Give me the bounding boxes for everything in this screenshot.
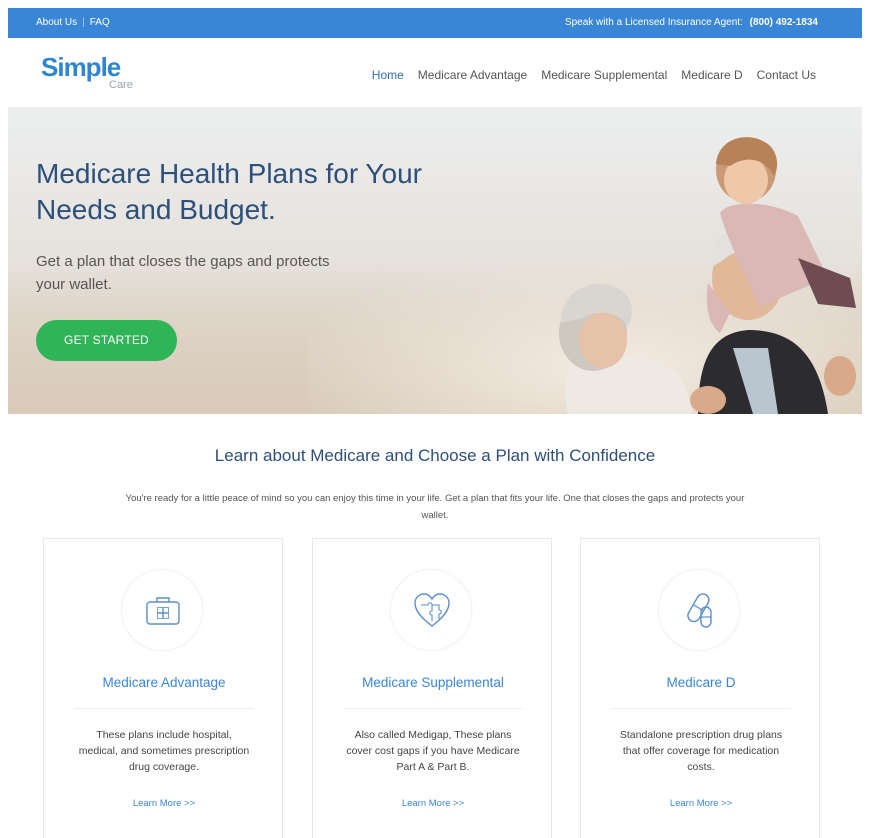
plan-card-supplemental: Medicare Supplemental Also called Mediga… [312,538,552,838]
nav-medicare-d[interactable]: Medicare D [681,68,742,82]
learn-more-link[interactable]: Learn More >> [44,798,284,809]
heart-puzzle-icon [414,593,450,627]
card-description: Also called Medigap, These plans cover c… [346,729,520,773]
card-icon-circle [390,569,472,651]
card-description: Standalone prescription drug plans that … [619,729,783,773]
learn-more-link[interactable]: Learn More >> [581,798,821,809]
nav-contact-us[interactable]: Contact Us [757,68,816,82]
logo-sub: Care [109,79,133,91]
top-links: About Us | FAQ [36,17,110,28]
get-started-button[interactable]: GET STARTED [36,320,177,361]
top-link-separator: | [82,17,85,28]
pills-icon [687,593,712,628]
logo[interactable]: Simple Care [41,52,133,91]
card-icon-circle [121,569,203,651]
card-divider [611,708,791,709]
logo-main: Simple [41,52,121,82]
section-intro: You're ready for a little peace of mind … [125,493,745,521]
hero-title: Medicare Health Plans for Your Needs and… [36,158,422,225]
agent-text: Speak with a Licensed Insurance Agent: [564,17,743,28]
card-description: These plans include hospital, medical, a… [78,729,250,773]
site-header: Simple Care Home Medicare Advantage Medi… [8,38,862,108]
about-link[interactable]: About Us [36,17,77,28]
phone-number[interactable]: (800) 492-1834 [750,17,818,28]
nav-medicare-supplemental[interactable]: Medicare Supplemental [541,68,667,82]
card-title[interactable]: Medicare Advantage [44,675,284,690]
faq-link[interactable]: FAQ [90,17,110,28]
agent-contact: Speak with a Licensed Insurance Agent: (… [565,17,818,28]
top-bar: About Us | FAQ Speak with a Licensed Insur… [8,8,862,38]
learn-more-link[interactable]: Learn More >> [313,798,553,809]
plan-card-part-d: Medicare D Standalone prescription drug … [580,538,820,838]
nav-home[interactable]: Home [372,68,404,82]
card-divider [343,708,523,709]
page: About Us | FAQ Speak with a Licensed Insur… [8,8,862,838]
card-divider [74,708,254,709]
hero-subtitle: Get a plan that closes the gaps and prot… [36,253,330,293]
plan-card-advantage: Medicare Advantage These plans include h… [43,538,283,838]
main-nav: Home Medicare Advantage Medicare Supplem… [372,68,816,82]
card-icon-circle [658,569,740,651]
card-title[interactable]: Medicare Supplemental [313,675,553,690]
hero-banner: Medicare Health Plans for Your Needs and… [8,108,862,414]
section-title: Learn about Medicare and Choose a Plan w… [214,446,656,465]
nav-medicare-advantage[interactable]: Medicare Advantage [418,68,527,82]
card-title[interactable]: Medicare D [581,675,821,690]
medical-kit-icon [146,597,180,625]
